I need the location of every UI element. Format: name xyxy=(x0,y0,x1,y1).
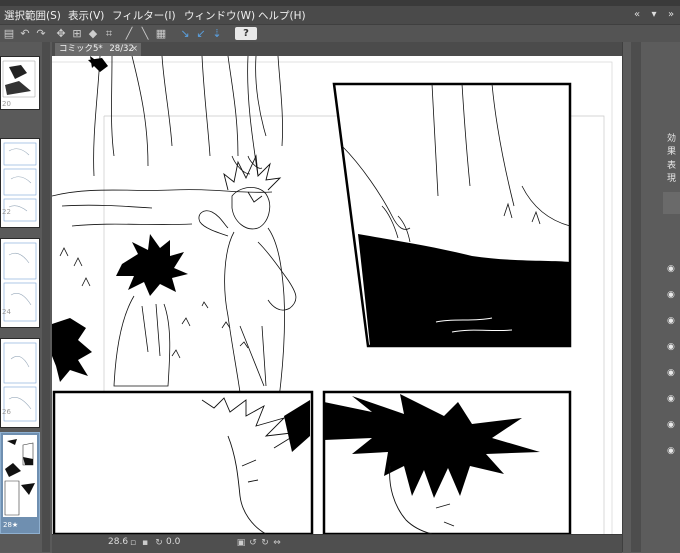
document-tab-bar: コミック5* 28/32 × xyxy=(52,42,625,56)
eye-icon[interactable]: ◉ xyxy=(667,264,675,274)
line-tool-icon[interactable]: ╱ xyxy=(122,27,136,40)
status-bar: 28.6 ▫ ▪ ↻ 0.0 ▣ ↺ ↻ ⇔ xyxy=(52,534,622,553)
collapse-left-icon[interactable]: « xyxy=(630,9,644,21)
menu-bar: 選択範囲(S) 表示(V) フィルター(I) ウィンドウ(W) ヘルプ(H) «… xyxy=(0,6,680,24)
angle-value[interactable]: 0.0 xyxy=(166,537,180,547)
page-list-scrollbar[interactable] xyxy=(42,42,50,552)
zoom-out-icon[interactable]: ▫ xyxy=(128,538,138,548)
eye-icon[interactable]: ◉ xyxy=(667,446,675,456)
flip-icon[interactable]: ⇔ xyxy=(272,538,282,548)
redo-icon[interactable]: ↷ xyxy=(34,27,48,40)
page-thumbnail-selected[interactable]: 28★ xyxy=(0,432,40,534)
eye-icon[interactable]: ◉ xyxy=(667,316,675,326)
transform-icon[interactable]: ✥ xyxy=(54,27,68,40)
snap-ruler-icon[interactable]: ↘ xyxy=(178,27,192,40)
eye-icon[interactable]: ◉ xyxy=(667,420,675,430)
panel-icon[interactable]: ▤ xyxy=(2,27,16,40)
eye-icon[interactable]: ◉ xyxy=(667,368,675,378)
collapse-right-icon[interactable]: » xyxy=(664,9,678,21)
page-manager-panel: 20 22 24 26 28★ xyxy=(0,42,52,552)
undo-icon[interactable]: ↶ xyxy=(18,27,32,40)
menu-selection[interactable]: 選択範囲(S) xyxy=(4,8,61,23)
expression-label: 表現 xyxy=(667,161,677,184)
manga-page-art xyxy=(52,56,622,534)
canvas[interactable] xyxy=(52,56,622,534)
menu-filter[interactable]: フィルター(I) xyxy=(112,8,176,23)
line2-tool-icon[interactable]: ╲ xyxy=(138,27,152,40)
effect-label: 効果 xyxy=(667,134,677,157)
help-button[interactable]: ? xyxy=(235,27,257,40)
eye-icon[interactable]: ◉ xyxy=(667,342,675,352)
eye-icon[interactable]: ◉ xyxy=(667,394,675,404)
expand-icon[interactable]: ⊞ xyxy=(70,27,84,40)
dock-scrollbar[interactable] xyxy=(631,42,641,552)
color-swatch[interactable] xyxy=(663,192,680,214)
snap-special-icon[interactable]: ↙ xyxy=(194,27,208,40)
zoom-in-icon[interactable]: ▪ xyxy=(140,538,150,548)
panel-border xyxy=(52,390,314,534)
eye-icon[interactable]: ◉ xyxy=(667,290,675,300)
page-thumbnail-art xyxy=(3,435,37,517)
page-number: 22 xyxy=(2,208,11,216)
menu-window[interactable]: ウィンドウ(W) xyxy=(184,8,255,23)
page-number: 28★ xyxy=(3,521,19,529)
window-menu-icon[interactable]: ▾ xyxy=(647,9,661,21)
menu-help[interactable]: ヘルプ(H) xyxy=(258,8,306,23)
rotate-right-icon[interactable]: ↻ xyxy=(260,538,270,548)
command-bar: ▤ ↶ ↷ ✥ ⊞ ◆ ⌗ ╱ ╲ ▦ ↘ ↙ ⇣ ? xyxy=(0,24,680,44)
zoom-value[interactable]: 28.6 xyxy=(108,537,128,547)
page-number: 20 xyxy=(2,100,11,108)
document-tab-name: コミック5* xyxy=(59,44,103,54)
page-number: 26 xyxy=(2,408,11,416)
snap-grid-icon[interactable]: ⇣ xyxy=(210,27,224,40)
fill-icon[interactable]: ◆ xyxy=(86,27,100,40)
rotate-left-icon[interactable]: ↺ xyxy=(248,538,258,548)
page-number: 24 xyxy=(2,308,11,316)
grid-icon[interactable]: ▦ xyxy=(154,27,168,40)
right-panel-dock: 効果 表現 ◉ ◉ ◉ ◉ ◉ ◉ ◉ ◉ xyxy=(622,42,680,552)
rotate-icon[interactable]: ↻ xyxy=(154,538,164,548)
close-tab-icon[interactable]: × xyxy=(131,43,138,56)
fit-icon[interactable]: ▣ xyxy=(236,538,246,548)
document-tab[interactable]: コミック5* 28/32 × xyxy=(55,43,141,56)
crop-icon[interactable]: ⌗ xyxy=(102,27,116,40)
menu-view[interactable]: 表示(V) xyxy=(68,8,104,23)
